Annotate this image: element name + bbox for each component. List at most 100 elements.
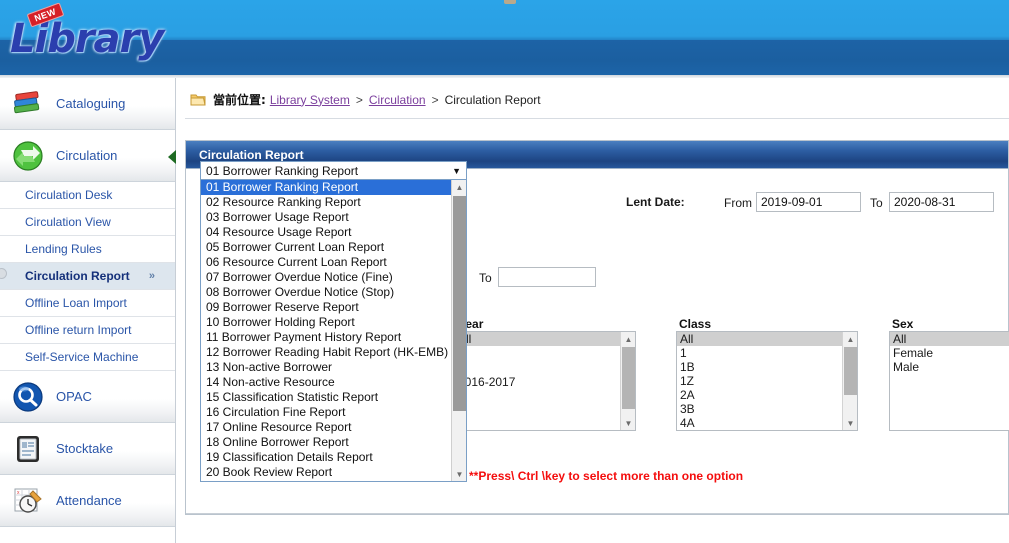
sidebar-item-lending-rules[interactable]: Lending Rules	[0, 236, 175, 263]
report-type-option[interactable]: 17 Online Resource Report	[201, 420, 451, 435]
report-type-select-display[interactable]: 01 Borrower Ranking Report ▼	[200, 161, 467, 180]
sidebar-item-label: Attendance	[56, 493, 122, 508]
report-type-option[interactable]: 06 Resource Current Loan Report	[201, 255, 451, 270]
report-type-option-list[interactable]: 01 Borrower Ranking Report 02 Resource Ra…	[200, 180, 467, 482]
report-type-option[interactable]: 04 Resource Usage Report	[201, 225, 451, 240]
sidebar-item-cataloguing[interactable]: Cataloguing	[0, 78, 175, 130]
books-icon	[0, 89, 56, 119]
breadcrumb-separator: >	[431, 92, 439, 107]
content-divider	[185, 118, 1009, 119]
list-item[interactable]: All	[677, 332, 857, 346]
sidebar-item-circulation-desk[interactable]: Circulation Desk	[0, 182, 175, 209]
report-type-option[interactable]: 08 Borrower Overdue Notice (Stop)	[201, 285, 451, 300]
report-type-select[interactable]: 01 Borrower Ranking Report ▼ 01 Borrower…	[200, 161, 467, 482]
list-item[interactable]: 1Z	[677, 374, 857, 388]
report-type-option[interactable]: 14 Non-active Resource	[201, 375, 451, 390]
sidebar-item-label: Self-Service Machine	[25, 350, 139, 364]
breadcrumb-separator: >	[355, 92, 363, 107]
sidebar-item-circulation[interactable]: Circulation	[0, 130, 175, 182]
scroll-up-icon[interactable]: ▲	[621, 332, 635, 346]
breadcrumb-link-library-system[interactable]: Library System	[270, 93, 350, 107]
sidebar-item-self-service-machine[interactable]: Self-Service Machine	[0, 344, 175, 371]
report-type-option[interactable]: 09 Borrower Reserve Report	[201, 300, 451, 315]
list-item[interactable]: 4A	[677, 416, 857, 430]
sidebar: Cataloguing Circulation Circulation Desk…	[0, 78, 176, 543]
top-banner: Library NEW	[0, 0, 1009, 75]
lent-date-from-input[interactable]	[756, 192, 861, 212]
breadcrumb-link-circulation[interactable]: Circulation	[369, 93, 426, 107]
sidebar-item-circulation-report[interactable]: Circulation Report »	[0, 263, 175, 290]
app-logo[interactable]: Library NEW	[6, 2, 166, 68]
lent-date-from-label: From	[724, 196, 752, 210]
report-type-option[interactable]: 15 Classification Statistic Report	[201, 390, 451, 405]
main-content: 當前位置: Library System > Circulation > Cir…	[177, 78, 1009, 543]
scroll-down-icon[interactable]: ▼	[843, 416, 857, 430]
sidebar-item-offline-return-import[interactable]: Offline return Import	[0, 317, 175, 344]
folder-icon	[190, 93, 206, 107]
scrollbar-thumb[interactable]	[844, 347, 857, 395]
calendar-clock-icon: x	[0, 485, 56, 517]
scroll-down-icon[interactable]: ▼	[452, 467, 466, 481]
magnifier-icon	[0, 381, 56, 413]
list-item[interactable]: Male	[890, 360, 1009, 374]
report-type-option[interactable]: 18 Online Borrower Report	[201, 435, 451, 450]
sidebar-item-label: Offline Loan Import	[25, 296, 127, 310]
list-item[interactable]	[455, 360, 635, 374]
list-item[interactable]: 2016-2017	[455, 374, 635, 390]
secondary-to-input[interactable]	[498, 267, 596, 287]
report-type-option[interactable]: 05 Borrower Current Loan Report	[201, 240, 451, 255]
report-type-option[interactable]: 20 Book Review Report	[201, 465, 451, 480]
year-filter-scrollbar[interactable]: ▲ ▼	[620, 332, 635, 430]
scroll-up-icon[interactable]: ▲	[843, 332, 857, 346]
report-type-option[interactable]: 13 Non-active Borrower	[201, 360, 451, 375]
sidebar-item-label: Circulation Report	[25, 269, 130, 283]
double-chevron-right-icon: »	[148, 270, 155, 282]
report-type-scrollbar[interactable]: ▲ ▼	[451, 180, 466, 481]
scroll-up-icon[interactable]: ▲	[452, 180, 466, 195]
sidebar-item-label: Cataloguing	[56, 96, 126, 111]
list-item[interactable]: 2A	[677, 388, 857, 402]
sidebar-item-offline-loan-import[interactable]: Offline Loan Import	[0, 290, 175, 317]
circulation-report-panel: Circulation Report Lent Date: From To To…	[185, 140, 1009, 515]
sex-filter-listbox[interactable]: All Female Male	[889, 331, 1009, 431]
report-type-option[interactable]: 11 Borrower Payment History Report	[201, 330, 451, 345]
report-type-option[interactable]: 19 Classification Details Report	[201, 450, 451, 465]
list-item[interactable]: 3B	[677, 402, 857, 416]
list-item[interactable]: All	[890, 332, 1009, 346]
report-type-option[interactable]: 01 Borrower Ranking Report	[201, 180, 451, 195]
scroll-down-icon[interactable]: ▼	[621, 416, 635, 430]
recycle-arrows-icon	[0, 140, 56, 172]
sidebar-item-label: OPAC	[56, 389, 92, 404]
sex-filter-label: Sex	[892, 317, 914, 331]
list-item[interactable]: 1B	[677, 360, 857, 374]
sidebar-item-attendance[interactable]: x Attendance	[0, 475, 175, 527]
report-type-option[interactable]: 02 Resource Ranking Report	[201, 195, 451, 210]
list-item[interactable]: All	[455, 332, 635, 346]
breadcrumb-prefix: 當前位置:	[213, 93, 266, 107]
breadcrumb-current: Circulation Report	[444, 92, 541, 107]
clipboard-icon	[0, 433, 56, 465]
sidebar-item-opac[interactable]: OPAC	[0, 371, 175, 423]
lent-date-to-label: To	[870, 196, 883, 210]
report-type-option[interactable]: 16 Circulation Fine Report	[201, 405, 451, 420]
report-type-option[interactable]: 07 Borrower Overdue Notice (Fine)	[201, 270, 451, 285]
report-type-option[interactable]: 12 Borrower Reading Habit Report (HK-EMB…	[201, 345, 451, 360]
list-item[interactable]: 1	[677, 346, 857, 360]
list-item[interactable]	[455, 346, 635, 360]
class-filter-scrollbar[interactable]: ▲ ▼	[842, 332, 857, 430]
sidebar-item-stocktake[interactable]: Stocktake	[0, 423, 175, 475]
class-filter-listbox[interactable]: All 1 1B 1Z 2A 3B 4A ▲ ▼	[676, 331, 858, 431]
sidebar-item-label: Circulation	[56, 148, 118, 163]
scrollbar-thumb[interactable]	[453, 196, 466, 411]
sidebar-item-circulation-view[interactable]: Circulation View	[0, 209, 175, 236]
sidebar-item-label: Stocktake	[56, 441, 114, 456]
report-type-option[interactable]: 10 Borrower Holding Report	[201, 315, 451, 330]
lent-date-to-input[interactable]	[889, 192, 994, 212]
list-item[interactable]: Female	[890, 346, 1009, 360]
report-type-option[interactable]: 03 Borrower Usage Report	[201, 210, 451, 225]
banner-notch	[504, 0, 516, 4]
year-filter-listbox[interactable]: All 2016-2017 ▲ ▼	[454, 331, 636, 431]
scrollbar-thumb[interactable]	[622, 347, 635, 409]
chevron-down-icon[interactable]: ▼	[452, 166, 461, 176]
lent-date-label: Lent Date:	[626, 195, 685, 209]
